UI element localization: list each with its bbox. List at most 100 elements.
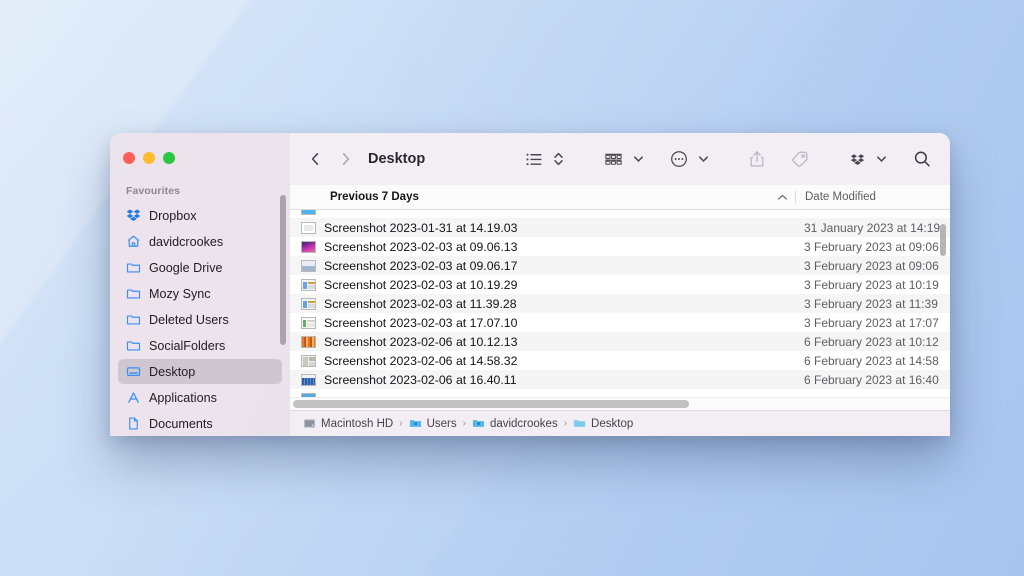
breadcrumb-label: Macintosh HD: [321, 418, 393, 430]
file-list: Screenshot 2023-01-31 at 14.19.03 Screen…: [290, 210, 950, 410]
file-date: 3 February 2023 at 17:07: [795, 316, 950, 330]
chevron-up-down-icon[interactable]: [548, 145, 569, 173]
horizontal-scrollbar-thumb[interactable]: [293, 400, 689, 408]
file-date: 6 February 2023 at 10:12: [795, 335, 950, 349]
list-view-icon[interactable]: [521, 145, 548, 173]
table-row[interactable]: Screenshot 2023-02-03 at 17.07.10 3 Febr…: [290, 313, 950, 332]
traffic-lights: [110, 133, 290, 182]
file-name-cell: Screenshot 2023-02-03 at 17.07.10: [290, 316, 795, 330]
more-actions-control: [665, 145, 714, 173]
forward-button[interactable]: [330, 145, 360, 173]
tag-icon[interactable]: [786, 145, 814, 173]
page-title: Desktop: [368, 151, 425, 167]
sidebar-item-desktop[interactable]: Desktop: [118, 359, 282, 384]
sidebar-item-label: Google Drive: [149, 261, 223, 275]
file-thumbnail-icon: [301, 279, 316, 291]
close-button[interactable]: [123, 152, 135, 164]
sidebar-item-google-drive[interactable]: Google Drive: [118, 255, 282, 280]
table-row[interactable]: Screenshot 2023-02-06 at 10.12.13 6 Febr…: [290, 332, 950, 351]
file-rows: Screenshot 2023-01-31 at 14.19.03 Screen…: [290, 210, 950, 408]
file-date: 3 February 2023 at 11:39: [795, 297, 950, 311]
breadcrumb-label: Desktop: [591, 418, 633, 430]
file-name-cell: Screenshot 2023-01-31 at 14.19.03: [290, 210, 795, 216]
sidebar-section-favourites: Favourites: [110, 182, 290, 203]
back-button[interactable]: [300, 145, 330, 173]
breadcrumb: Macintosh HD › Users › davidcrookes › De…: [290, 410, 950, 436]
breadcrumb-item-users[interactable]: Users: [409, 417, 457, 430]
file-name: Screenshot 2023-02-06 at 14.58.32: [324, 354, 517, 368]
table-row[interactable]: Screenshot 2023-02-03 at 09.06.17 3 Febr…: [290, 256, 950, 275]
sidebar-item-deleted-users[interactable]: Deleted Users: [118, 307, 282, 332]
group-by-icon[interactable]: [599, 145, 628, 173]
file-thumbnail-icon: [301, 298, 316, 310]
sidebar-item-label: Deleted Users: [149, 313, 229, 327]
file-name-cell: Screenshot 2023-02-06 at 14.58.32: [290, 354, 795, 368]
group-by-control: [599, 145, 649, 173]
file-name: Screenshot 2023-02-03 at 17.07.10: [324, 316, 517, 330]
folder-icon: [472, 417, 485, 430]
chevron-down-icon[interactable]: [871, 145, 892, 173]
sidebar-item-documents[interactable]: Documents: [118, 411, 282, 436]
content-pane: Desktop: [290, 133, 950, 436]
dropbox-icon[interactable]: [844, 145, 871, 173]
breadcrumb-separator: ›: [398, 418, 403, 429]
minimize-button[interactable]: [143, 152, 155, 164]
table-row[interactable]: Screenshot 2023-01-31 at 14.19.03: [290, 210, 950, 218]
chevron-up-icon: [777, 193, 795, 202]
file-name: Screenshot 2023-02-06 at 10.12.13: [324, 335, 517, 349]
sidebar-item-davidcrookes[interactable]: davidcrookes: [118, 229, 282, 254]
sidebar-item-dropbox[interactable]: Dropbox: [118, 203, 282, 228]
desktop-folder-icon: [125, 364, 141, 380]
file-name-cell: Screenshot 2023-01-31 at 14.19.03: [290, 221, 795, 235]
file-date: 31 January 2023 at 14:19: [795, 221, 950, 235]
file-thumbnail-icon: [301, 260, 316, 272]
column-name-header[interactable]: Previous 7 Days: [290, 191, 795, 203]
table-row[interactable]: Screenshot 2023-02-03 at 09.06.13 3 Febr…: [290, 237, 950, 256]
hard-drive-icon: [303, 417, 316, 430]
sidebar-item-mozy-sync[interactable]: Mozy Sync: [118, 281, 282, 306]
table-row[interactable]: Screenshot 2023-02-06 at 14.58.32 6 Febr…: [290, 351, 950, 370]
more-actions-icon[interactable]: [665, 145, 693, 173]
chevron-down-icon[interactable]: [693, 145, 714, 173]
folder-icon: [125, 338, 141, 354]
folder-icon: [409, 417, 422, 430]
column-date-header[interactable]: Date Modified: [795, 191, 950, 203]
breadcrumb-separator: ›: [563, 418, 568, 429]
sidebar-item-applications[interactable]: Applications: [118, 385, 282, 410]
file-name-cell: Screenshot 2023-02-06 at 10.12.13: [290, 335, 795, 349]
vertical-scrollbar[interactable]: [940, 224, 946, 256]
file-name-cell: Screenshot 2023-02-03 at 10.19.29: [290, 278, 795, 292]
file-name: Screenshot 2023-02-03 at 09.06.13: [324, 240, 517, 254]
breadcrumb-item-desktop[interactable]: Desktop: [573, 417, 633, 430]
sidebar-item-label: Mozy Sync: [149, 287, 211, 301]
document-icon: [125, 416, 141, 432]
horizontal-scrollbar-track[interactable]: [290, 397, 950, 410]
share-icon[interactable]: [744, 145, 770, 173]
column-header: Previous 7 Days Date Modified: [290, 185, 950, 210]
file-name: Screenshot 2023-02-06 at 16.40.11: [324, 373, 517, 387]
search-icon[interactable]: [908, 145, 936, 173]
chevron-down-icon[interactable]: [628, 145, 649, 173]
file-name: Screenshot 2023-02-03 at 09.06.17: [324, 259, 517, 273]
file-name-cell: Screenshot 2023-02-03 at 09.06.17: [290, 259, 795, 273]
file-date: 3 February 2023 at 10:19: [795, 278, 950, 292]
sidebar-item-socialfolders[interactable]: SocialFolders: [118, 333, 282, 358]
sidebar-item-label: Desktop: [149, 365, 195, 379]
breadcrumb-item-macintosh-hd[interactable]: Macintosh HD: [303, 417, 393, 430]
sidebar-scrollbar[interactable]: [280, 195, 286, 345]
file-name: Screenshot 2023-02-03 at 11.39.28: [324, 297, 517, 311]
table-row[interactable]: Screenshot 2023-02-03 at 11.39.28 3 Febr…: [290, 294, 950, 313]
file-name-cell: Screenshot 2023-02-03 at 11.39.28: [290, 297, 795, 311]
sidebar: Favourites Dropbox: [110, 133, 290, 436]
sidebar-item-label: Dropbox: [149, 209, 197, 223]
breadcrumb-item-davidcrookes[interactable]: davidcrookes: [472, 417, 558, 430]
file-thumbnail-icon: [301, 355, 316, 367]
table-row[interactable]: Screenshot 2023-01-31 at 14.19.03 31 Jan…: [290, 218, 950, 237]
toolbar: Desktop: [290, 133, 950, 185]
zoom-button[interactable]: [163, 152, 175, 164]
breadcrumb-separator: ›: [462, 418, 467, 429]
sidebar-item-label: SocialFolders: [149, 339, 225, 353]
file-thumbnail-icon: [301, 317, 316, 329]
table-row[interactable]: Screenshot 2023-02-06 at 16.40.11 6 Febr…: [290, 370, 950, 389]
table-row[interactable]: Screenshot 2023-02-03 at 10.19.29 3 Febr…: [290, 275, 950, 294]
